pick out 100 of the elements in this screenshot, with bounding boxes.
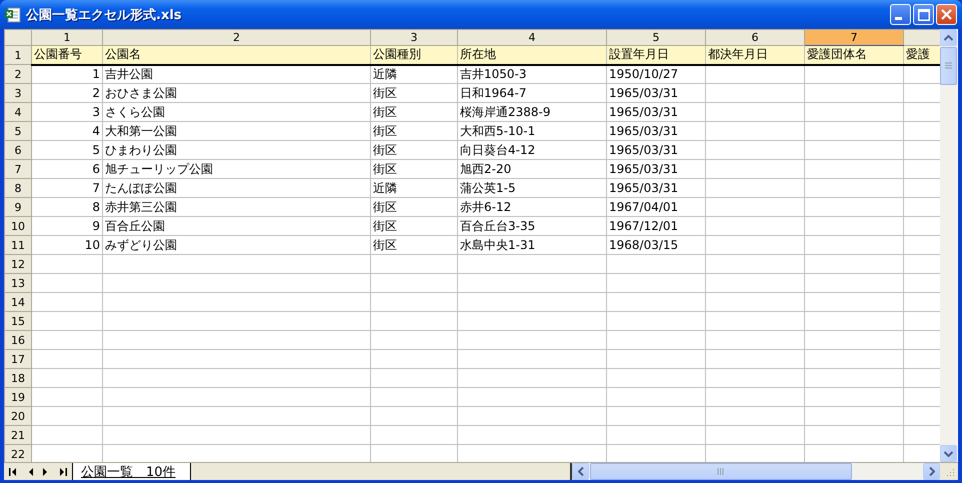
row-header[interactable]: 7 <box>4 160 32 178</box>
row-header[interactable]: 15 <box>4 312 32 330</box>
scroll-down-button[interactable] <box>940 445 957 462</box>
scroll-left-button[interactable] <box>572 463 589 480</box>
row-header[interactable]: 22 <box>4 444 32 462</box>
grip-icon <box>717 468 725 475</box>
row-header[interactable]: 6 <box>4 140 32 160</box>
table-cell: 街区 <box>373 236 397 254</box>
header-cell: 設置年月日 <box>609 46 669 62</box>
scroll-thumb[interactable] <box>590 463 852 480</box>
table-cell: 1967/12/01 <box>609 218 678 234</box>
table-cell: 1965/03/31 <box>609 104 678 120</box>
maximize-button[interactable] <box>913 4 934 25</box>
row-header[interactable]: 20 <box>4 406 32 426</box>
table-cell: 1965/03/31 <box>609 180 678 196</box>
table-cell: ひまわり公園 <box>105 142 177 158</box>
row-header[interactable]: 18 <box>4 368 32 388</box>
table-cell: 街区 <box>373 198 397 216</box>
table-cell: 7 <box>92 180 100 196</box>
row-header[interactable]: 12 <box>4 254 32 274</box>
table-cell: 1965/03/31 <box>609 122 678 140</box>
column-header[interactable]: 6 <box>706 30 804 46</box>
scroll-thumb[interactable] <box>940 47 957 85</box>
header-cell: 愛護団体名 <box>807 46 867 62</box>
header-cell: 公園名 <box>105 46 141 62</box>
row-header[interactable]: 19 <box>4 388 32 406</box>
column-header[interactable]: 4 <box>458 30 606 46</box>
table-cell: 街区 <box>373 122 397 140</box>
table-cell: 1950/10/27 <box>609 66 678 82</box>
first-icon <box>9 468 18 476</box>
table-cell: 近隣 <box>373 66 397 82</box>
left-triangle-icon <box>28 468 33 476</box>
table-cell: 8 <box>92 198 100 216</box>
table-cell: 百合丘公園 <box>105 218 165 234</box>
right-triangle-icon <box>43 468 48 476</box>
table-cell: 蒲公英1-5 <box>460 180 516 196</box>
maximize-icon <box>918 8 930 20</box>
table-cell: 1965/03/31 <box>609 142 678 158</box>
table-cell: 街区 <box>373 84 397 102</box>
table-cell: 1965/03/31 <box>609 84 678 102</box>
table-cell: 3 <box>92 104 100 120</box>
row-header[interactable]: 14 <box>4 292 32 312</box>
row-header[interactable]: 17 <box>4 350 32 368</box>
row-header[interactable]: 3 <box>4 84 32 102</box>
table-cell: 街区 <box>373 218 397 234</box>
row-header[interactable]: 16 <box>4 330 32 350</box>
close-button[interactable] <box>936 4 957 25</box>
column-header[interactable]: 3 <box>370 30 458 46</box>
table-cell: 赤井第三公園 <box>105 198 177 216</box>
table-cell: 10 <box>84 236 100 254</box>
minimize-icon <box>895 17 902 20</box>
column-header[interactable]: 1 <box>32 30 102 46</box>
grip-icon <box>945 62 952 70</box>
spreadsheet-icon <box>5 6 21 22</box>
horizontal-scrollbar[interactable] <box>570 463 940 480</box>
table-cell: たんぽぽ公園 <box>105 180 177 196</box>
table-cell: 5 <box>92 142 100 158</box>
last-icon <box>58 468 67 476</box>
scroll-up-button[interactable] <box>940 29 957 46</box>
row-header[interactable]: 21 <box>4 426 32 444</box>
header-cell: 愛護 <box>906 46 930 62</box>
table-cell: 近隣 <box>373 180 397 196</box>
table-cell: 4 <box>92 122 100 140</box>
sheet-tab[interactable]: 公園一覧 10件 <box>72 463 191 480</box>
row-header[interactable]: 8 <box>4 178 32 198</box>
column-header[interactable]: 7 <box>804 30 904 46</box>
table-cell: 街区 <box>373 142 397 158</box>
column-header[interactable]: 2 <box>102 30 370 46</box>
row-header[interactable]: 1 <box>4 46 32 64</box>
table-cell: 吉井公園 <box>105 66 153 82</box>
table-cell: 大和西5-10-1 <box>460 122 536 140</box>
table-cell: 1 <box>92 66 100 82</box>
table-cell: おひさま公園 <box>105 84 177 102</box>
scroll-right-button[interactable] <box>923 463 940 480</box>
close-icon <box>941 9 952 20</box>
row-header[interactable]: 5 <box>4 122 32 140</box>
table-cell: 1968/03/15 <box>609 236 678 254</box>
header-cell: 所在地 <box>460 46 496 62</box>
table-cell: 9 <box>92 218 100 234</box>
header-cell: 都決年月日 <box>708 46 768 62</box>
table-cell: 旭西2-20 <box>460 160 512 178</box>
row-header[interactable]: 13 <box>4 274 32 292</box>
table-cell: 水島中央1-31 <box>460 236 536 254</box>
row-header[interactable]: 4 <box>4 102 32 122</box>
minimize-button[interactable] <box>890 4 911 25</box>
table-cell: 大和第一公園 <box>105 122 177 140</box>
table-cell: 旭チューリップ公園 <box>105 160 213 178</box>
vertical-scrollbar[interactable] <box>940 29 957 462</box>
column-header[interactable]: 5 <box>606 30 706 46</box>
table-cell: 2 <box>92 84 100 102</box>
table-cell: 街区 <box>373 104 397 120</box>
row-header[interactable]: 2 <box>4 64 32 84</box>
table-cell: さくら公園 <box>105 104 165 120</box>
row-header[interactable]: 11 <box>4 236 32 254</box>
table-cell: 街区 <box>373 160 397 178</box>
row-header[interactable]: 9 <box>4 198 32 216</box>
table-cell: 赤井6-12 <box>460 198 512 216</box>
row-header[interactable]: 10 <box>4 216 32 236</box>
table-cell: 6 <box>92 160 100 178</box>
header-cell: 公園種別 <box>373 46 421 62</box>
